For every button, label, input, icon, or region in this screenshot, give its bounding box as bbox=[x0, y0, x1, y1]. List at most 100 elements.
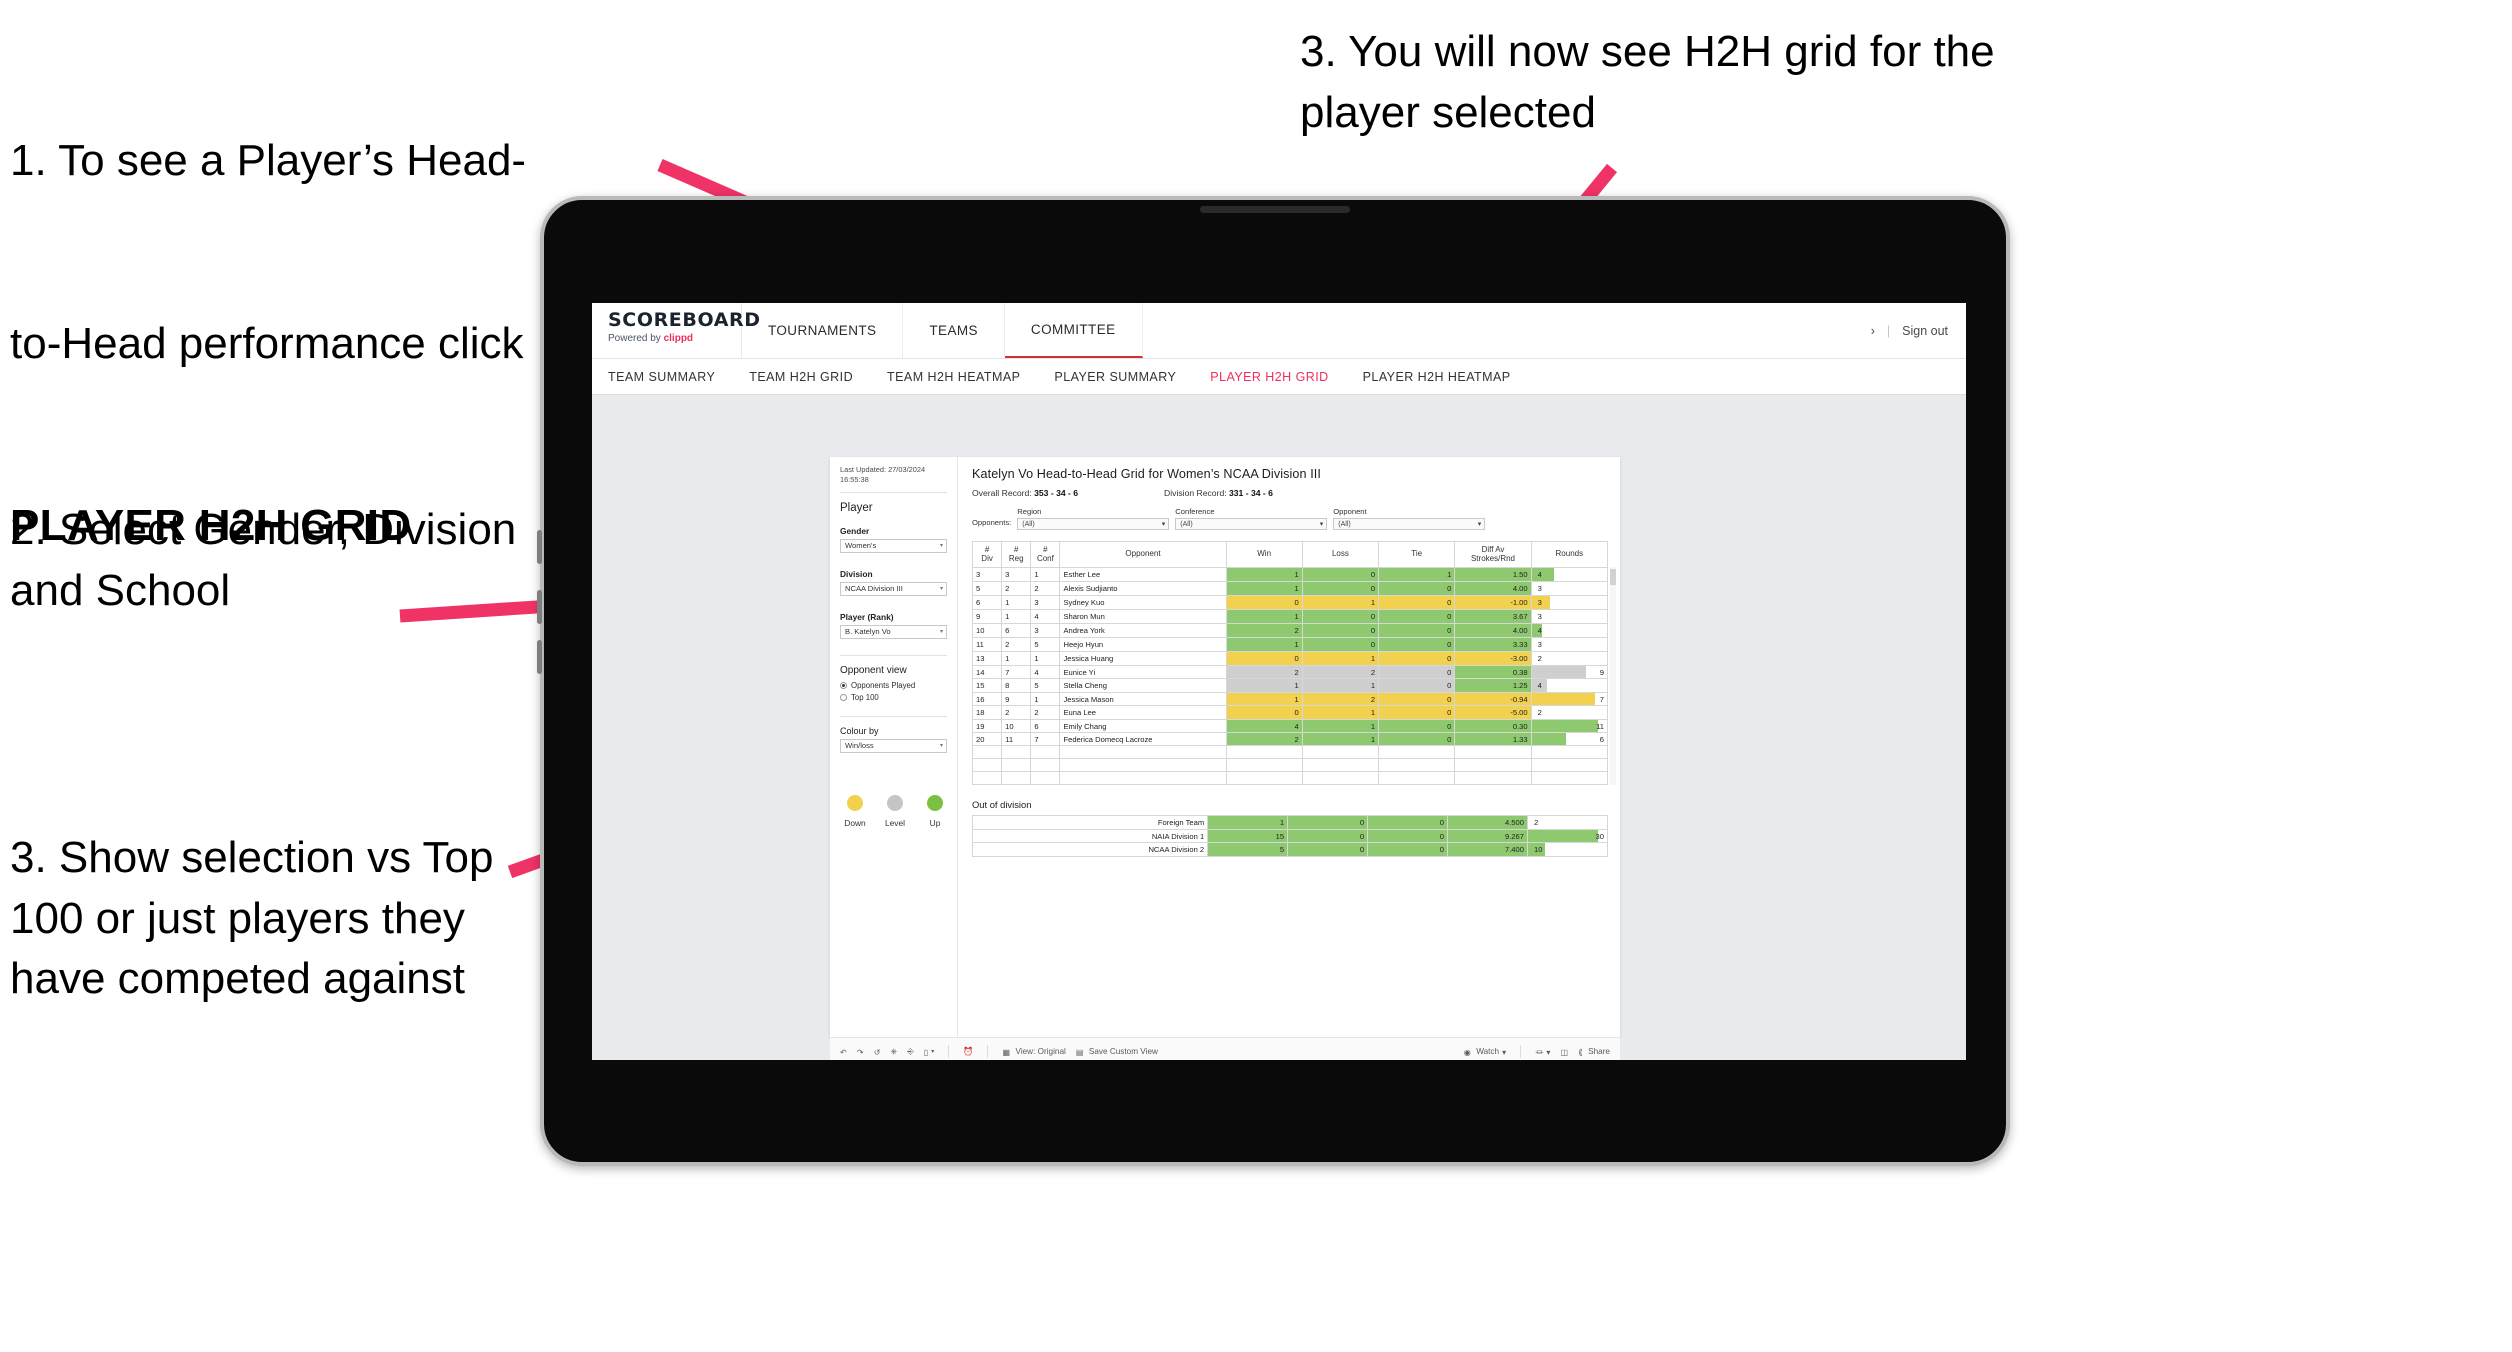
cell-empty bbox=[1225, 771, 1303, 785]
cell-tie: 0 bbox=[1378, 692, 1456, 706]
last-updated-text: Last Updated: 27/03/2024 16:55:38 bbox=[840, 465, 926, 484]
divider bbox=[840, 715, 947, 717]
filter-opponent-select[interactable]: (All) ▾ bbox=[1333, 518, 1486, 530]
filter-conference-select[interactable]: (All) ▾ bbox=[1175, 518, 1328, 530]
tab-team-summary[interactable]: TEAM SUMMARY bbox=[608, 370, 715, 384]
user-caret-icon[interactable]: › bbox=[1871, 324, 1875, 338]
logo-wordmark: SCOREBOARD bbox=[608, 309, 761, 331]
nav-item-committee[interactable]: COMMITTEE bbox=[1004, 303, 1143, 358]
table-row[interactable]: 19 10 6 Emily Chang 4 1 0 0.30 11 bbox=[971, 719, 1609, 733]
table-row[interactable]: 11 2 5 Heejo Hyun 1 0 0 3.33 3 bbox=[971, 637, 1609, 652]
cell-div: 14 bbox=[971, 665, 1003, 679]
table-row[interactable]: 20 11 7 Federica Domecq Lacroze 2 1 0 1.33 6 bbox=[971, 732, 1609, 746]
view-original-button[interactable]: ▦ View: Original bbox=[1002, 1047, 1065, 1057]
nav-item-tournaments[interactable]: TOURNAMENTS bbox=[742, 303, 904, 358]
player-rank-select[interactable]: B. Katelyn Vo ▾ bbox=[840, 624, 947, 639]
radio-top-100-label: Top 100 bbox=[851, 692, 879, 702]
tablet-volume-up-button[interactable] bbox=[537, 590, 542, 624]
cell-conf: 2 bbox=[1030, 581, 1061, 596]
table-row[interactable]: 16 9 1 Jessica Mason 1 2 0 -0.94 7 bbox=[971, 692, 1609, 706]
colour-legend: Down Level Up bbox=[840, 794, 947, 828]
cell-reg: 10 bbox=[1001, 719, 1032, 733]
rounds-value: 3 bbox=[1537, 598, 1542, 607]
rounds-bar bbox=[1531, 666, 1586, 678]
cell-empty bbox=[1225, 745, 1303, 759]
share-button[interactable]: ⟪ Share bbox=[1578, 1047, 1610, 1057]
app-logo[interactable]: SCOREBOARD Powered by clippd bbox=[592, 303, 761, 358]
table-row[interactable]: 3 3 1 Esther Lee 1 0 1 1.50 4 bbox=[971, 567, 1609, 582]
division-select[interactable]: NCAA Division III ▾ bbox=[840, 581, 947, 596]
tab-team-h2h-heatmap[interactable]: TEAM H2H HEATMAP bbox=[887, 370, 1020, 384]
watch-button[interactable]: ◉ Watch ▾ bbox=[1464, 1047, 1506, 1057]
rounds-value: 4 bbox=[1537, 626, 1542, 635]
table-row[interactable]: 10 6 3 Andrea York 2 0 0 4.00 4 bbox=[971, 623, 1609, 638]
table-row[interactable]: 6 1 3 Sydney Kuo 0 1 0 -1.00 3 bbox=[971, 595, 1609, 610]
cell-loss: 0 bbox=[1301, 581, 1380, 596]
highlight-icon[interactable]: ▯ ▾ bbox=[924, 1047, 935, 1057]
division-record-value: 331 - 34 - 6 bbox=[1229, 488, 1273, 498]
cell-empty bbox=[1530, 771, 1609, 785]
out-of-division-row[interactable]: NAIA Division 1 15 0 0 9.267 30 bbox=[971, 829, 1609, 843]
table-row[interactable]: 5 2 2 Alexis Sudjianto 1 0 0 4.00 3 bbox=[971, 581, 1609, 596]
download-icon[interactable]: ⏛ ▾ bbox=[1535, 1046, 1550, 1058]
rounds-bar bbox=[1531, 693, 1595, 705]
out-of-division-row[interactable]: Foreign Team 1 0 0 4.500 2 bbox=[971, 815, 1609, 830]
tab-player-h2h-grid[interactable]: PLAYER H2H GRID bbox=[1210, 370, 1328, 384]
nav-item-teams[interactable]: TEAMS bbox=[903, 303, 1005, 358]
refresh-icon[interactable]: ⎈ bbox=[891, 1047, 898, 1057]
cell-rounds: 9 bbox=[1530, 665, 1609, 679]
redo-icon[interactable]: ↷ bbox=[857, 1047, 864, 1057]
chevron-down-icon: ▾ bbox=[1546, 1047, 1551, 1057]
cell-div: 9 bbox=[971, 609, 1003, 624]
col-reg: # Reg bbox=[1001, 541, 1032, 568]
tablet-power-button[interactable] bbox=[537, 530, 542, 564]
pause-updates-icon[interactable]: ⎆ bbox=[907, 1047, 914, 1057]
tab-player-h2h-heatmap[interactable]: PLAYER H2H HEATMAP bbox=[1363, 370, 1511, 384]
undo-icon[interactable]: ↶ bbox=[840, 1047, 847, 1057]
col-diff: Diff Av Strokes/Rnd bbox=[1454, 541, 1532, 568]
col-tie: Tie bbox=[1378, 541, 1456, 568]
filter-region-select[interactable]: (All) ▾ bbox=[1017, 518, 1170, 530]
grid-panel: Katelyn Vo Head-to-Head Grid for Women’s… bbox=[958, 457, 1620, 1037]
cell-win: 15 bbox=[1207, 829, 1289, 843]
tab-player-summary[interactable]: PLAYER SUMMARY bbox=[1054, 370, 1176, 384]
save-custom-view-label: Save Custom View bbox=[1088, 1047, 1158, 1056]
cell-loss: 1 bbox=[1301, 705, 1380, 720]
table-row[interactable]: 15 8 5 Stella Cheng 1 1 0 1.25 4 bbox=[971, 678, 1609, 693]
table-row[interactable]: 14 7 4 Eunice Yi 2 2 0 0.38 9 bbox=[971, 665, 1609, 679]
table-row[interactable]: 13 1 1 Jessica Huang 0 1 0 -3.00 2 bbox=[971, 651, 1609, 666]
radio-top-100[interactable]: Top 100 bbox=[840, 693, 947, 702]
tablet-volume-down-button[interactable] bbox=[537, 640, 542, 674]
table-scrollbar-thumb[interactable] bbox=[1610, 569, 1616, 585]
out-of-division-row[interactable]: NCAA Division 2 5 0 0 7.400 10 bbox=[971, 842, 1609, 857]
table-row[interactable]: 9 1 4 Sharon Mun 1 0 0 3.67 3 bbox=[971, 609, 1609, 624]
sign-out-link[interactable]: Sign out bbox=[1902, 324, 1948, 338]
cell-opponent: Jessica Mason bbox=[1059, 692, 1227, 706]
table-scrollbar-track[interactable] bbox=[1610, 567, 1616, 785]
primary-nav: TOURNAMENTS TEAMS COMMITTEE bbox=[742, 303, 1143, 358]
cell-diff: 1.50 bbox=[1454, 567, 1532, 582]
h2h-table-body: 3 3 1 Esther Lee 1 0 1 1.50 4 5 2 2 Alexis Sudjianto… bbox=[971, 567, 1609, 785]
tab-team-h2h-grid[interactable]: TEAM H2H GRID bbox=[749, 370, 853, 384]
overall-record: Overall Record: 353 - 34 - 6 bbox=[972, 488, 1078, 498]
cell-div: 3 bbox=[971, 567, 1003, 582]
annotation-step-1-line1: 1. To see a Player’s Head- bbox=[10, 136, 527, 186]
cell-reg: 9 bbox=[1001, 692, 1032, 706]
cell-reg: 1 bbox=[1001, 651, 1032, 666]
fullscreen-icon[interactable]: ◫ bbox=[1561, 1047, 1569, 1057]
colour-by-select[interactable]: Win/loss ▾ bbox=[840, 738, 947, 753]
revert-icon[interactable]: ↺ bbox=[874, 1047, 881, 1057]
save-custom-view-button[interactable]: ▤ Save Custom View bbox=[1076, 1047, 1158, 1057]
filter-conference-value: (All) bbox=[1180, 520, 1193, 528]
radio-opponents-played[interactable]: Opponents Played bbox=[840, 681, 947, 690]
cell-loss: 0 bbox=[1287, 815, 1369, 830]
cell-conf: 4 bbox=[1030, 665, 1061, 679]
gender-select[interactable]: Women's ▾ bbox=[840, 538, 947, 553]
cell-empty bbox=[1530, 745, 1609, 759]
table-row[interactable]: 18 2 2 Euna Lee 0 1 0 -5.00 2 bbox=[971, 705, 1609, 720]
col-rounds: Rounds bbox=[1530, 541, 1609, 568]
clock-icon[interactable]: ⏰ bbox=[963, 1047, 973, 1057]
player-rank-label: Player (Rank) bbox=[840, 611, 894, 622]
cell-diff: 4.00 bbox=[1454, 581, 1532, 596]
radio-selected-icon bbox=[840, 681, 847, 689]
